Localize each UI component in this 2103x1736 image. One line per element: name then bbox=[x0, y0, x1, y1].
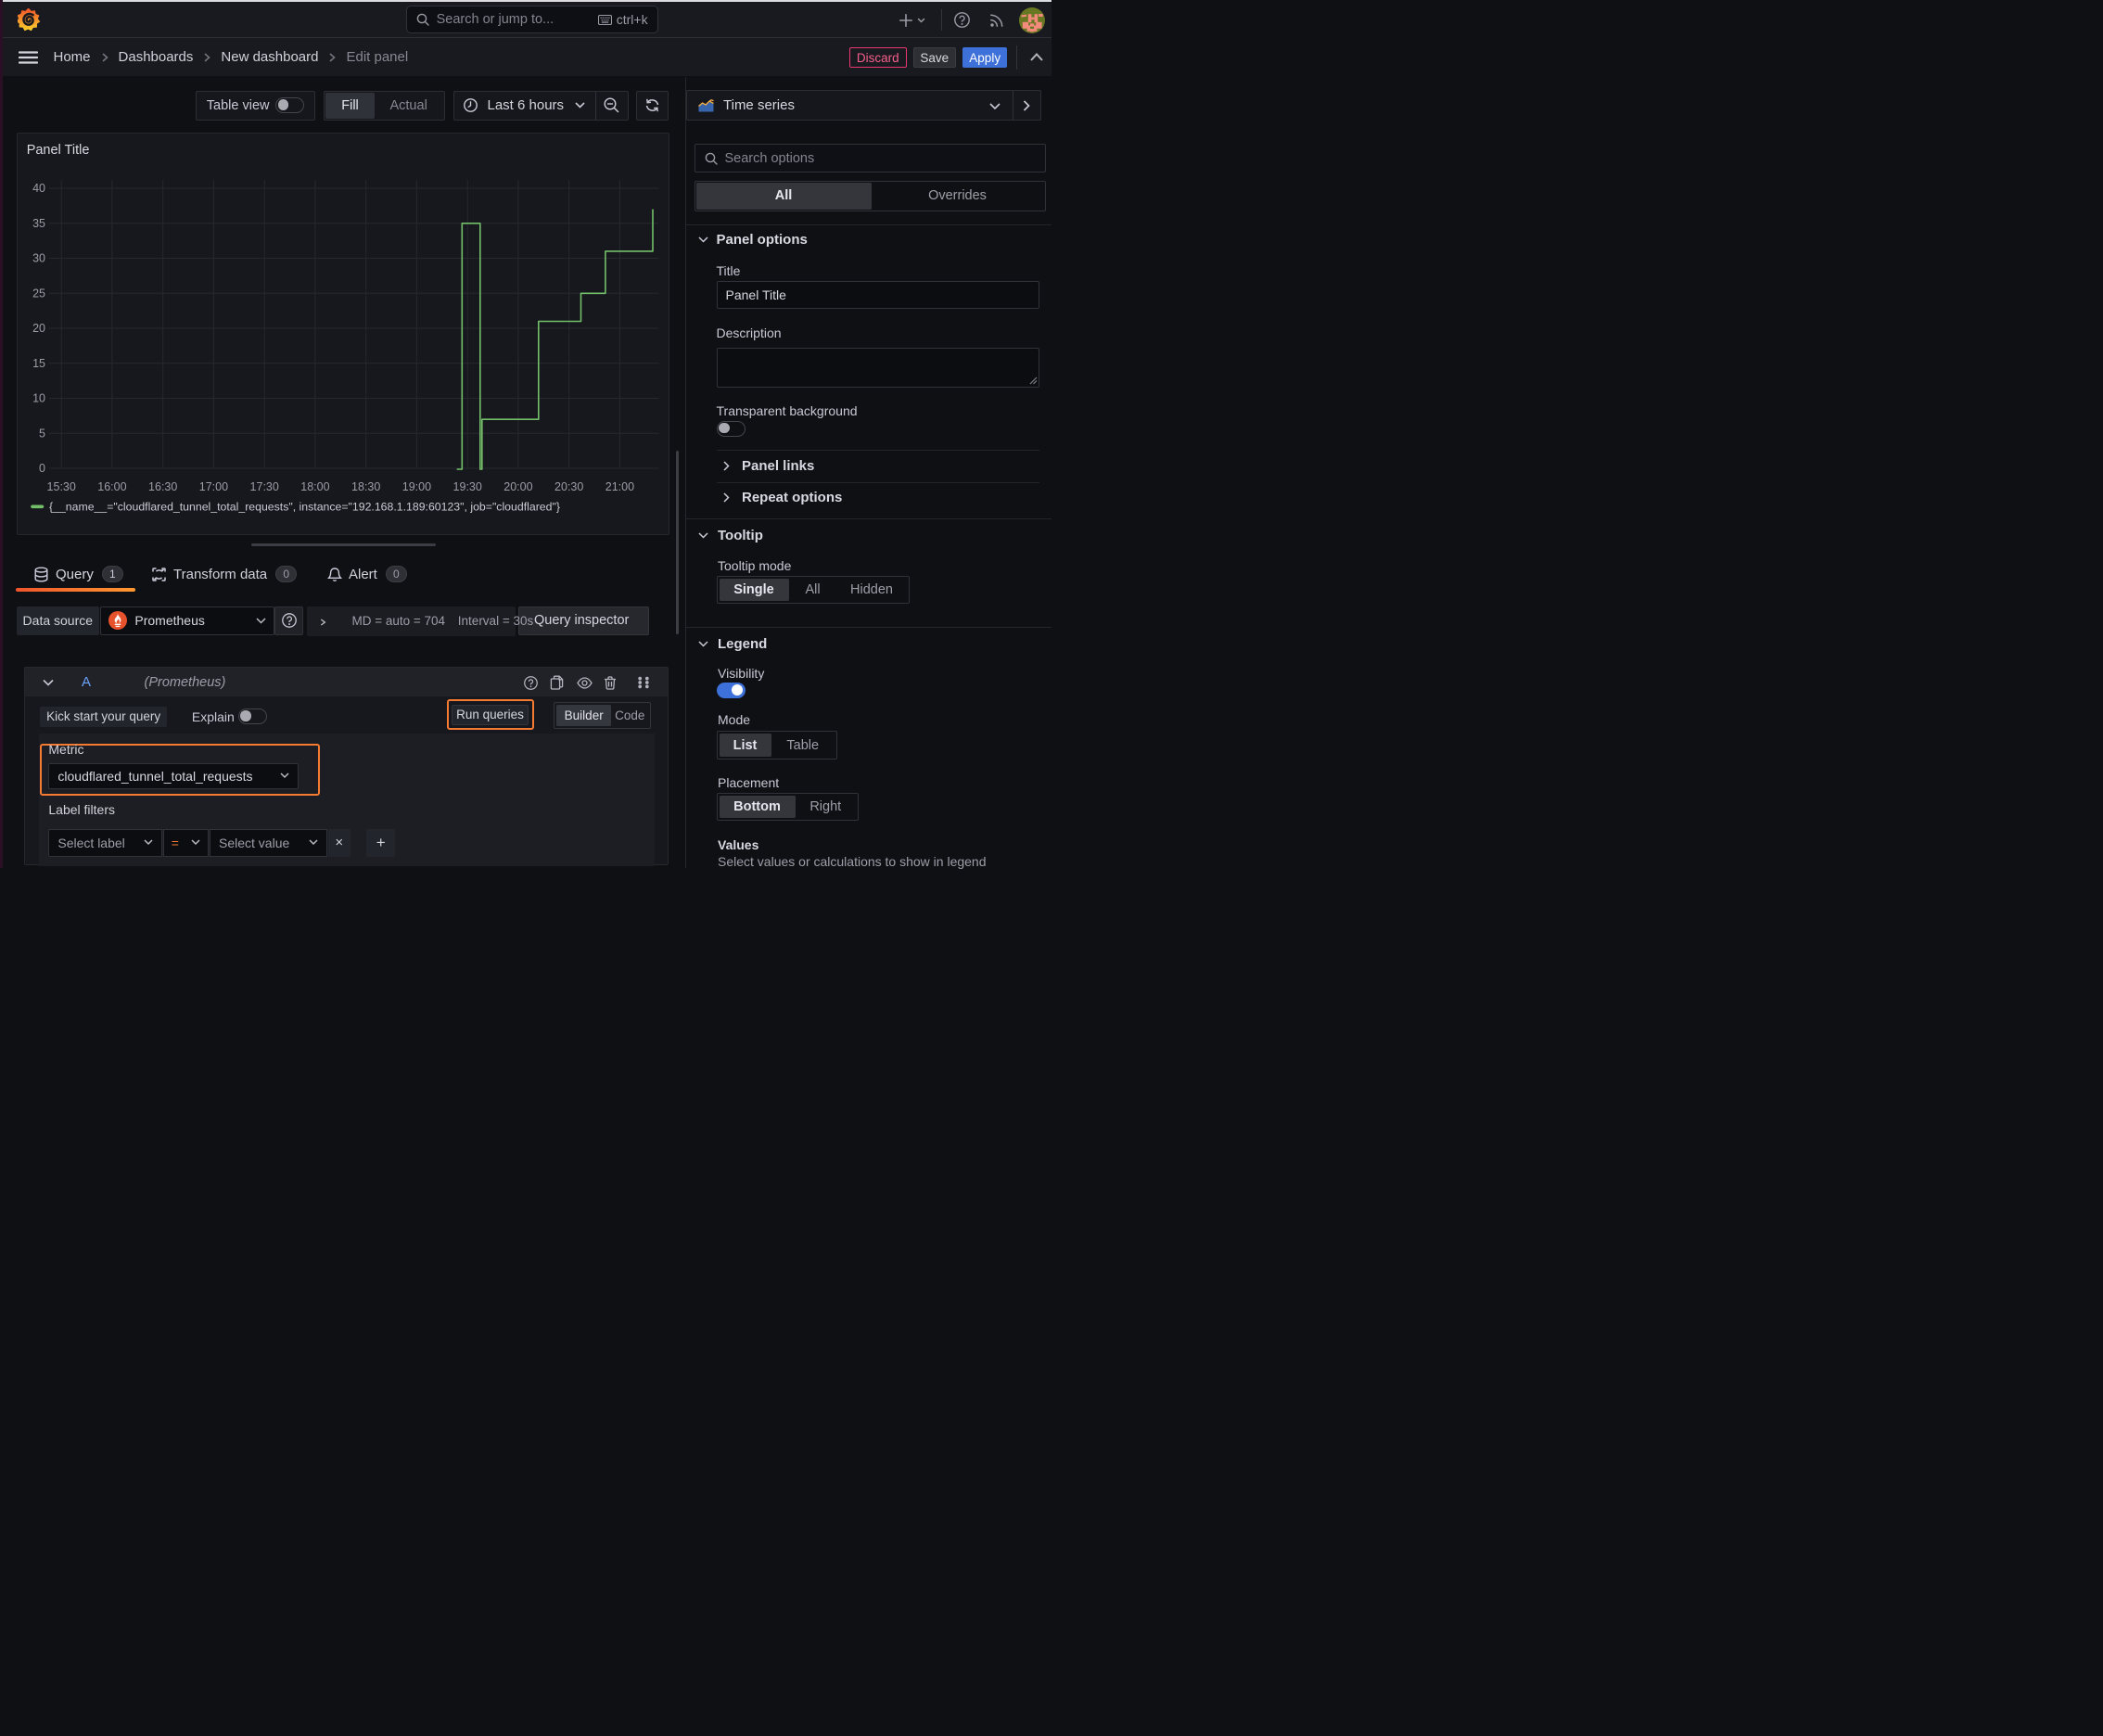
svg-text:15: 15 bbox=[32, 357, 45, 370]
svg-text:18:30: 18:30 bbox=[351, 480, 380, 493]
svg-text:0: 0 bbox=[39, 462, 45, 475]
svg-text:21:00: 21:00 bbox=[605, 480, 633, 493]
svg-text:16:30: 16:30 bbox=[148, 480, 177, 493]
svg-text:17:00: 17:00 bbox=[198, 480, 227, 493]
svg-text:15:30: 15:30 bbox=[46, 480, 75, 493]
svg-text:10: 10 bbox=[32, 392, 45, 405]
svg-text:35: 35 bbox=[32, 217, 45, 230]
svg-text:17:30: 17:30 bbox=[249, 480, 278, 493]
svg-text:20:00: 20:00 bbox=[503, 480, 532, 493]
svg-text:16:00: 16:00 bbox=[97, 480, 126, 493]
svg-text:30: 30 bbox=[32, 252, 45, 265]
svg-text:{__name__="cloudflared_tunnel_: {__name__="cloudflared_tunnel_total_requ… bbox=[49, 501, 560, 514]
svg-text:20:30: 20:30 bbox=[554, 480, 583, 493]
svg-text:5: 5 bbox=[39, 428, 45, 440]
svg-text:19:30: 19:30 bbox=[452, 480, 481, 493]
svg-text:25: 25 bbox=[32, 287, 45, 300]
svg-text:18:00: 18:00 bbox=[300, 480, 329, 493]
svg-text:40: 40 bbox=[32, 182, 45, 195]
svg-text:19:00: 19:00 bbox=[401, 480, 430, 493]
svg-text:20: 20 bbox=[32, 322, 45, 335]
